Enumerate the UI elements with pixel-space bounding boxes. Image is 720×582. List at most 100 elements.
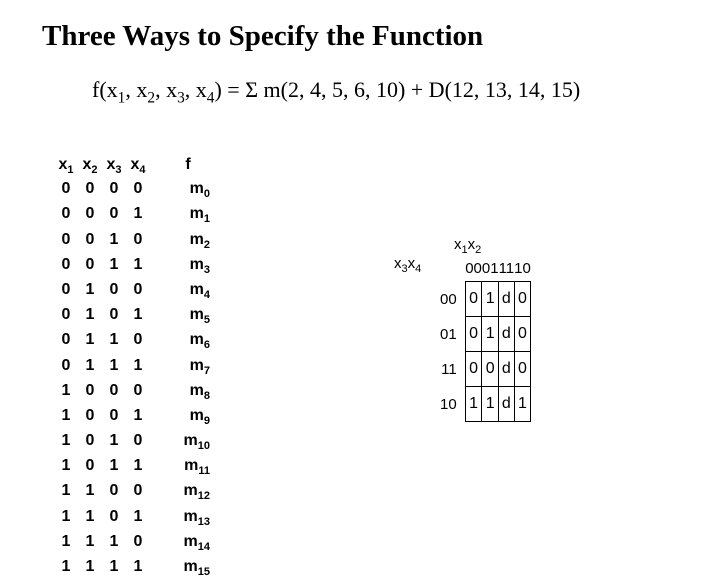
truth-bit: 0 xyxy=(54,204,78,229)
truth-table-row: 1011m11 xyxy=(54,456,210,481)
truth-bit: 0 xyxy=(78,179,102,204)
truth-bit: 1 xyxy=(54,507,78,532)
minterm-label: m5 xyxy=(166,305,210,330)
kmap-cell: 0 xyxy=(482,352,499,387)
truth-table-row: 0001m1 xyxy=(54,204,210,229)
truth-table-row: 0010m2 xyxy=(54,230,210,255)
truth-bit: 0 xyxy=(102,381,126,406)
kmap-cell: 1 xyxy=(514,387,531,422)
truth-bit: 1 xyxy=(126,255,150,280)
minterm-label: m3 xyxy=(166,255,210,280)
truth-bit: 0 xyxy=(126,532,150,557)
truth-table-row: 0111m7 xyxy=(54,356,210,381)
truth-bit: 1 xyxy=(78,532,102,557)
truth-bit: 1 xyxy=(78,481,102,506)
truth-table-row: 1010m10 xyxy=(54,431,210,456)
truth-table-row: 0101m5 xyxy=(54,305,210,330)
truth-bit: 0 xyxy=(126,381,150,406)
truth-bit: 1 xyxy=(126,356,150,381)
truth-bit: 1 xyxy=(102,230,126,255)
kmap-col-header: 01 xyxy=(482,256,499,282)
minterm-label: m1 xyxy=(166,204,210,229)
truth-bit: 0 xyxy=(78,230,102,255)
kmap-grid: 00 01 11 10 00 0 1 d 0 01 0 1 d 0 11 0 0… xyxy=(440,256,531,422)
truth-table-row: 0110 m6 xyxy=(54,330,210,355)
minterm-label: m10 xyxy=(166,431,210,456)
truth-bit: 1 xyxy=(78,356,102,381)
truth-table-header: x1 x2 x3 x4 f xyxy=(54,156,210,176)
truth-table-row: 1001m9 xyxy=(54,406,210,431)
truth-bit: 0 xyxy=(54,330,78,355)
minterm-label: m13 xyxy=(166,507,210,532)
truth-bit: 1 xyxy=(54,532,78,557)
truth-bit: 0 xyxy=(102,280,126,305)
function-equation: f(x1, x2, x3, x4) = Σ m(2, 4, 5, 6, 10) … xyxy=(0,53,720,107)
truth-bit: 1 xyxy=(78,330,102,355)
kmap-cell: 1 xyxy=(482,317,499,352)
minterm-label: m6 xyxy=(166,330,210,355)
truth-bit: 1 xyxy=(78,305,102,330)
kmap-col-var: x1x2 xyxy=(454,236,481,256)
truth-bit: 1 xyxy=(102,532,126,557)
kmap-row-var: x3x4 xyxy=(394,255,421,275)
truth-bit: 0 xyxy=(126,431,150,456)
truth-bit: 1 xyxy=(54,431,78,456)
truth-bit: 0 xyxy=(102,204,126,229)
kmap-col-header: 00 xyxy=(465,256,482,282)
kmap-cell: 0 xyxy=(465,352,482,387)
truth-bit: 0 xyxy=(54,356,78,381)
kmap-row-header: 01 xyxy=(440,317,465,352)
kmap-col-header: 11 xyxy=(499,256,515,282)
truth-table-row: 1110m14 xyxy=(54,532,210,557)
truth-table: x1 x2 x3 x4 f 0000m00001m10010m20011m301… xyxy=(54,156,210,582)
kmap-cell: 0 xyxy=(514,282,531,317)
truth-table-row: 0000m0 xyxy=(54,179,210,204)
truth-bit: 1 xyxy=(102,330,126,355)
truth-bit: 0 xyxy=(126,481,150,506)
minterm-label: m12 xyxy=(166,481,210,506)
truth-bit: 1 xyxy=(126,507,150,532)
truth-table-row: 1101m13 xyxy=(54,507,210,532)
truth-table-row: 1111m15 xyxy=(54,557,210,582)
truth-bit: 0 xyxy=(78,431,102,456)
truth-bit: 0 xyxy=(78,381,102,406)
truth-bit: 0 xyxy=(102,507,126,532)
truth-bit: 0 xyxy=(102,305,126,330)
truth-bit: 0 xyxy=(102,481,126,506)
truth-bit: 0 xyxy=(54,255,78,280)
truth-bit: 0 xyxy=(126,330,150,355)
kmap-cell: 0 xyxy=(465,282,482,317)
truth-bit: 1 xyxy=(54,557,78,582)
truth-bit: 1 xyxy=(54,456,78,481)
truth-bit: 0 xyxy=(126,179,150,204)
kmap-cell: 0 xyxy=(514,317,531,352)
kmap-cell: 1 xyxy=(465,387,482,422)
minterm-label: m8 xyxy=(166,381,210,406)
truth-bit: 0 xyxy=(126,280,150,305)
truth-table-row: 1100m12 xyxy=(54,481,210,506)
truth-bit: 0 xyxy=(78,406,102,431)
truth-bit: 1 xyxy=(126,204,150,229)
kmap-cell: 0 xyxy=(514,352,531,387)
kmap-row-header: 10 xyxy=(440,387,465,422)
kmap-cell: d xyxy=(499,282,515,317)
minterm-label: m4 xyxy=(166,280,210,305)
minterm-label: m14 xyxy=(166,532,210,557)
truth-bit: 1 xyxy=(126,557,150,582)
page-title: Three Ways to Specify the Function xyxy=(0,0,720,53)
truth-bit: 1 xyxy=(54,481,78,506)
truth-bit: 1 xyxy=(78,557,102,582)
truth-table-row: 1000m8 xyxy=(54,381,210,406)
kmap-cell: 1 xyxy=(482,387,499,422)
minterm-label: m9 xyxy=(166,406,210,431)
truth-bit: 0 xyxy=(102,179,126,204)
minterm-label: m11 xyxy=(166,456,210,481)
truth-bit: 1 xyxy=(126,305,150,330)
kmap-cell: d xyxy=(499,387,515,422)
truth-bit: 0 xyxy=(54,230,78,255)
truth-bit: 1 xyxy=(102,431,126,456)
truth-table-row: 0011m3 xyxy=(54,255,210,280)
truth-bit: 0 xyxy=(54,179,78,204)
kmap-row-header: 00 xyxy=(440,282,465,317)
truth-bit: 1 xyxy=(78,507,102,532)
